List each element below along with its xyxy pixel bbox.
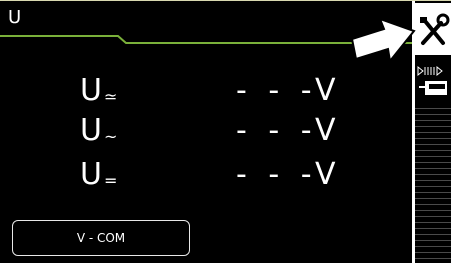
wrench-screwdriver-icon — [415, 3, 451, 55]
quantity-symbol: U — [80, 113, 102, 148]
quantity-subscript: ≃ — [104, 87, 118, 106]
measurement-unit: V — [315, 73, 336, 108]
measurement-unit: V — [315, 113, 336, 148]
quantity-symbol: U — [80, 73, 102, 108]
quantity-symbol: U — [80, 157, 102, 192]
quantity-subscript: ~ — [104, 127, 118, 146]
mode-button[interactable] — [415, 59, 451, 99]
measurement-row-dc: U = - - - V — [0, 155, 412, 195]
softkey-sidebar — [412, 1, 451, 263]
terminal-selection-button[interactable]: V - COM — [12, 220, 190, 256]
measurement-value: - - - — [236, 73, 318, 108]
measurement-value: - - - — [236, 157, 318, 192]
measurement-row-ac: U ~ - - - V — [0, 111, 412, 151]
measurement-value: - - - — [236, 113, 318, 148]
sidebar-empty-area — [415, 103, 451, 263]
quantity-subscript: = — [104, 171, 118, 190]
measurement-row-ac-dc: U ≃ - - - V — [0, 71, 412, 111]
measurement-unit: V — [315, 157, 336, 192]
pointer-arrow-icon — [350, 17, 416, 64]
instrument-screen: U U ≃ - - - V U ~ - - - V U = - - - V V … — [0, 0, 451, 263]
settings-button[interactable] — [415, 3, 451, 55]
battery-probe-icon — [415, 59, 451, 99]
